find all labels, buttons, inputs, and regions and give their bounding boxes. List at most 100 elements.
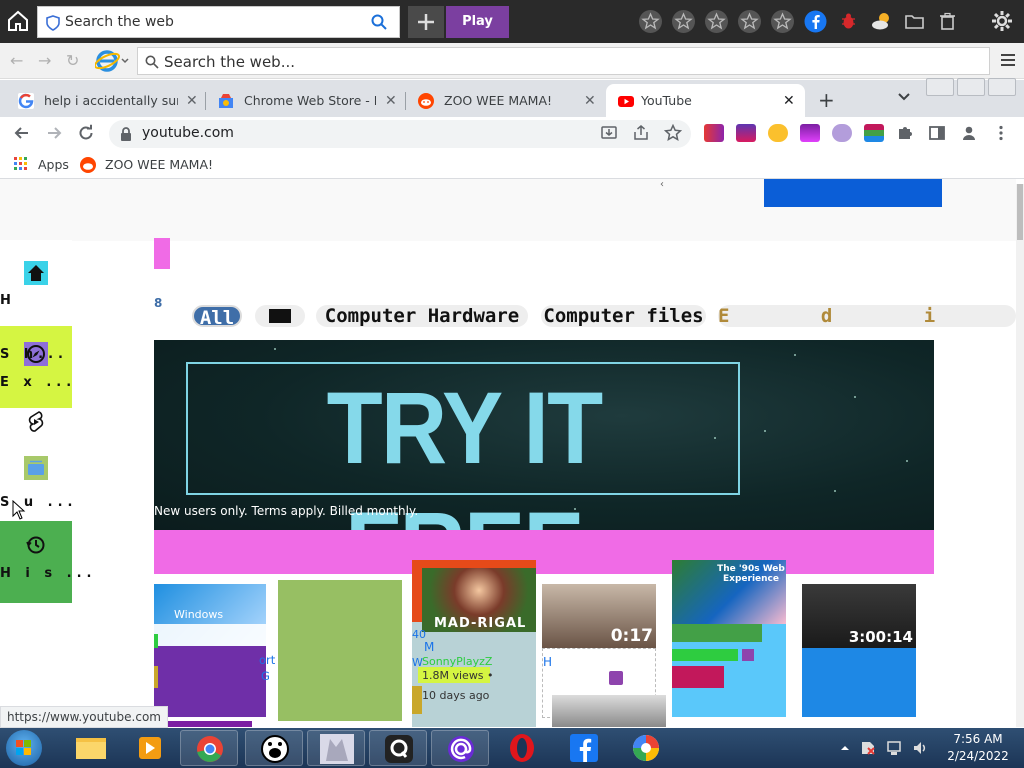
video-card-90s-web[interactable]: The '90s Web Experience — [672, 560, 786, 717]
vpn-shield-app-icon[interactable] — [617, 730, 675, 766]
maximize-button[interactable] — [957, 78, 985, 96]
folder-icon[interactable] — [902, 9, 927, 34]
promo-banner[interactable]: TRY IT FREE New users only. Terms apply.… — [154, 340, 934, 530]
chip-computer-hardware[interactable]: Computer Hardware — [316, 305, 528, 327]
media-player-icon[interactable] — [122, 730, 180, 766]
scrollbar-thumb[interactable] — [1017, 184, 1023, 240]
sidebar-item-home[interactable]: H — [0, 240, 72, 324]
video-thumbnail-green[interactable] — [278, 580, 402, 721]
gear-icon[interactable] — [990, 9, 1014, 37]
tray-expand-icon[interactable] — [840, 739, 850, 761]
close-icon[interactable]: ✕ — [385, 93, 397, 109]
chevron-down-icon[interactable] — [897, 89, 911, 108]
network-icon[interactable] — [886, 739, 902, 761]
back-arrow-icon[interactable] — [13, 124, 31, 146]
lock-icon[interactable] — [119, 126, 133, 146]
chrome-icon[interactable] — [180, 730, 238, 766]
bookmark-apps[interactable]: Apps — [38, 157, 69, 172]
video-thumbnail-windows[interactable]: Windows — [154, 584, 266, 717]
blue-header-button[interactable] — [764, 179, 942, 207]
sidebar-item-explore[interactable]: S h... E x ... — [0, 326, 72, 408]
star-icon[interactable] — [770, 9, 795, 34]
bookmark-star-icon[interactable] — [663, 123, 683, 146]
refresh-icon[interactable]: ↻ — [66, 51, 79, 70]
install-icon[interactable] — [600, 124, 618, 146]
start-button[interactable] — [6, 730, 42, 766]
kebab-menu-icon[interactable] — [992, 124, 1012, 142]
tab-chrome-web-store[interactable]: Chrome Web Store - Exte ✕ — [200, 84, 405, 117]
bug-icon[interactable] — [836, 9, 861, 34]
extension-icon[interactable] — [864, 124, 884, 142]
puzzle-icon[interactable] — [896, 124, 916, 142]
ie-search-input[interactable]: Search the web... — [164, 53, 295, 71]
star-icon[interactable] — [704, 9, 729, 34]
facebook-icon[interactable] — [803, 9, 828, 34]
share-icon[interactable] — [632, 124, 650, 146]
shield-icon — [46, 15, 60, 35]
video-card-madrigal[interactable]: MAD-RIGAL 40 M W SonnyPlayzZ 1.8M views … — [412, 560, 536, 727]
chip-computer-files[interactable]: Computer files — [541, 305, 706, 327]
file-explorer-icon[interactable] — [62, 730, 120, 766]
refresh-icon[interactable] — [77, 124, 95, 146]
extension-icon[interactable] — [800, 124, 820, 142]
screaming-face-app-icon[interactable] — [245, 730, 303, 766]
star-icon[interactable] — [737, 9, 762, 34]
extension-icons — [704, 124, 1012, 142]
tab-zoo-wee-mama[interactable]: ZOO WEE MAMA! ✕ — [400, 84, 605, 117]
hamburger-menu-icon[interactable] — [1000, 52, 1016, 72]
sidebar-item-subscriptions[interactable]: S u ... — [0, 448, 73, 520]
star-icon[interactable] — [671, 9, 696, 34]
page-scrollbar[interactable] — [1016, 184, 1024, 727]
play-button[interactable]: Play — [446, 6, 509, 38]
cat-image-app-icon[interactable] — [307, 730, 365, 766]
at-sign-app-icon[interactable] — [431, 730, 489, 766]
minimize-button[interactable] — [926, 78, 954, 96]
tab-youtube[interactable]: YouTube ✕ — [606, 84, 805, 117]
apps-grid-icon[interactable] — [14, 157, 28, 174]
volume-icon[interactable] — [912, 739, 928, 761]
ie-logo-icon[interactable] — [94, 48, 129, 78]
extension-icon[interactable] — [832, 124, 852, 142]
reddit-icon[interactable] — [80, 157, 96, 176]
chip-editing[interactable]: E d i t i — [718, 305, 1016, 327]
new-tab-button[interactable]: + — [818, 88, 835, 112]
profile-icon[interactable] — [960, 124, 980, 142]
side-panel-icon[interactable] — [928, 124, 948, 142]
action-center-icon[interactable] — [860, 739, 876, 761]
ie-search-box[interactable]: Search the web... — [137, 47, 990, 75]
top-search-box[interactable]: Search the web — [37, 6, 400, 38]
close-icon[interactable]: ✕ — [584, 93, 596, 109]
q-app-icon[interactable] — [369, 730, 427, 766]
bookmark-zoo-wee-mama[interactable]: ZOO WEE MAMA! — [105, 157, 213, 172]
video-card-rain-window[interactable]: 3:00:14 — [802, 584, 916, 717]
facebook-icon[interactable] — [555, 730, 613, 766]
top-search-input[interactable]: Search the web — [65, 14, 174, 30]
weather-icon[interactable] — [869, 9, 894, 34]
trash-icon[interactable] — [935, 9, 960, 34]
opera-icon[interactable] — [493, 730, 551, 766]
video-thumbnail-food[interactable]: 0:17 — [542, 584, 656, 648]
sidebar-item-history[interactable]: H i s ... — [0, 521, 91, 603]
url-text[interactable]: youtube.com — [142, 125, 234, 141]
partial-text: ort — [259, 653, 276, 667]
extension-icon[interactable] — [704, 124, 724, 142]
forward-arrow-icon[interactable] — [45, 124, 63, 146]
sidebar-item-shorts[interactable] — [0, 408, 72, 448]
back-arrow-icon[interactable]: ← — [10, 51, 23, 70]
chip-unnamed[interactable] — [255, 305, 305, 327]
tab-help[interactable]: help i accidentally summo ✕ — [0, 84, 205, 117]
search-icon[interactable] — [371, 14, 387, 34]
taskbar-clock[interactable]: 7:56 AM 2/24/2022 — [938, 731, 1018, 765]
close-icon[interactable]: ✕ — [783, 93, 795, 109]
home-icon[interactable] — [6, 9, 30, 33]
close-icon[interactable]: ✕ — [186, 93, 198, 109]
extension-icon[interactable] — [736, 124, 756, 142]
star-icon[interactable] — [638, 9, 663, 34]
add-button[interactable] — [408, 6, 444, 38]
madrigal-title: MAD-RIGAL — [434, 616, 527, 631]
forward-arrow-icon[interactable]: → — [38, 51, 51, 70]
video-thumbnail-pc[interactable] — [552, 695, 666, 727]
close-window-button[interactable] — [988, 78, 1016, 96]
chip-all[interactable]: All — [192, 305, 242, 327]
emoji-extension-icon[interactable] — [768, 124, 788, 142]
